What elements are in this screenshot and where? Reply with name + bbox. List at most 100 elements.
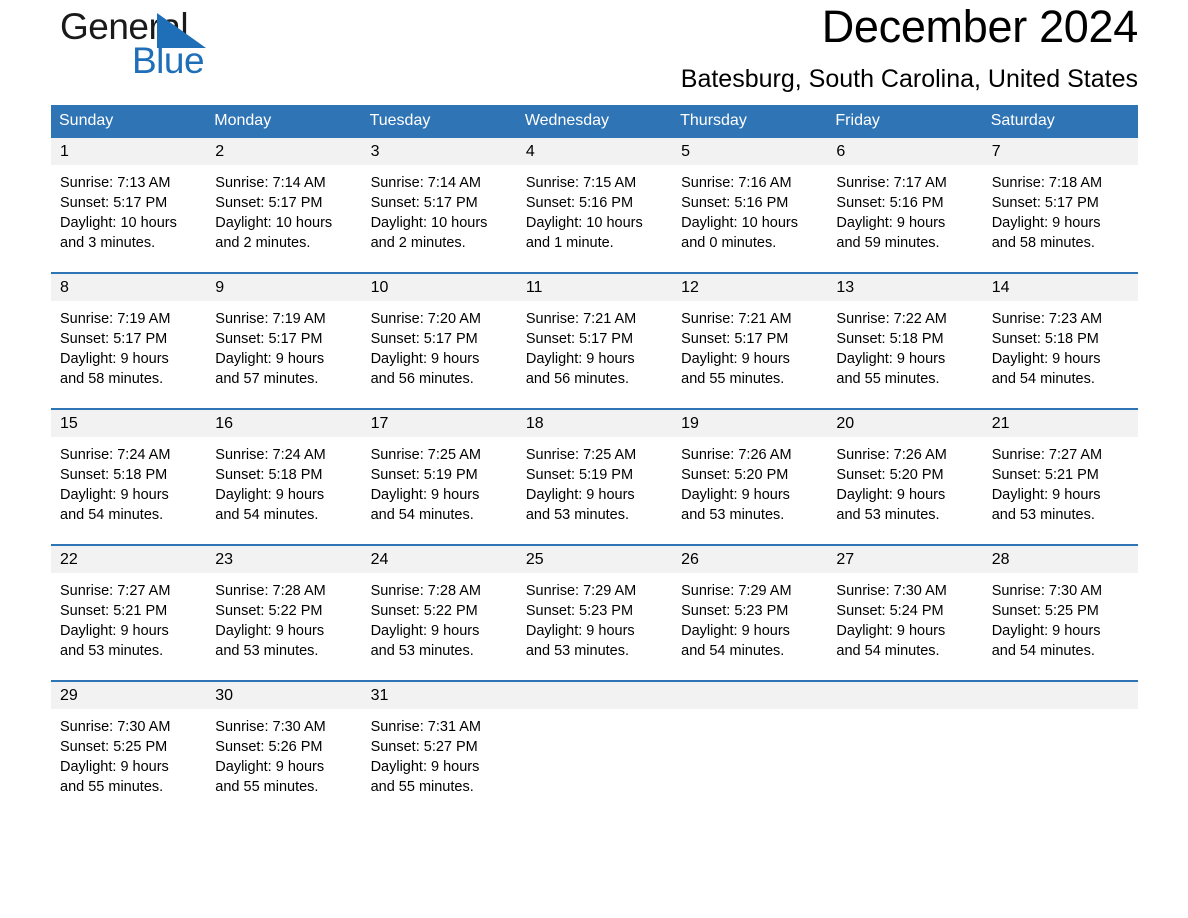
sunrise-text: Sunrise: 7:27 AM: [991, 447, 1103, 463]
day-cell[interactable]: Sunrise: 7:15 AM Sunset: 5:16 PM Dayligh…: [517, 165, 672, 272]
day-number[interactable]: 19: [672, 410, 827, 437]
day-cell[interactable]: Sunrise: 7:20 AM Sunset: 5:17 PM Dayligh…: [362, 301, 517, 408]
day-number[interactable]: 26: [672, 546, 827, 573]
day-cell[interactable]: Sunrise: 7:22 AM Sunset: 5:18 PM Dayligh…: [827, 301, 982, 408]
day-number[interactable]: 14: [983, 274, 1138, 301]
sunset-text: Sunset: 5:18 PM: [60, 467, 168, 483]
day-cell[interactable]: Sunrise: 7:26 AM Sunset: 5:20 PM Dayligh…: [827, 437, 982, 544]
daylight-text-line1: Daylight: 9 hours: [836, 487, 946, 503]
day-cell[interactable]: Sunrise: 7:14 AM Sunset: 5:17 PM Dayligh…: [206, 165, 361, 272]
day-number[interactable]: 1: [51, 138, 206, 165]
day-cell[interactable]: Sunrise: 7:26 AM Sunset: 5:20 PM Dayligh…: [672, 437, 827, 544]
day-cell[interactable]: Sunrise: 7:28 AM Sunset: 5:22 PM Dayligh…: [362, 573, 517, 680]
day-cell[interactable]: Sunrise: 7:19 AM Sunset: 5:17 PM Dayligh…: [206, 301, 361, 408]
day-cell[interactable]: Sunrise: 7:18 AM Sunset: 5:17 PM Dayligh…: [983, 165, 1138, 272]
weekday-header-monday: Monday: [214, 112, 272, 129]
day-cell[interactable]: Sunrise: 7:30 AM Sunset: 5:26 PM Dayligh…: [206, 709, 361, 809]
day-cell[interactable]: Sunrise: 7:16 AM Sunset: 5:16 PM Dayligh…: [672, 165, 827, 272]
week-row: 22 23 24 25 26 27 28 Sunrise: 7:27 AM Su…: [51, 544, 1138, 680]
daylight-text-line2: and 57 minutes.: [215, 371, 319, 387]
week-detail-band: Sunrise: 7:30 AM Sunset: 5:25 PM Dayligh…: [51, 709, 1138, 809]
day-cell[interactable]: Sunrise: 7:29 AM Sunset: 5:23 PM Dayligh…: [517, 573, 672, 680]
day-cell[interactable]: Sunrise: 7:27 AM Sunset: 5:21 PM Dayligh…: [983, 437, 1138, 544]
day-number[interactable]: 16: [206, 410, 361, 437]
sunset-text: Sunset: 5:20 PM: [836, 467, 944, 483]
daylight-text-line2: and 54 minutes.: [991, 371, 1095, 387]
day-cell[interactable]: Sunrise: 7:21 AM Sunset: 5:17 PM Dayligh…: [517, 301, 672, 408]
day-number[interactable]: 17: [362, 410, 517, 437]
daylight-text-line1: Daylight: 9 hours: [681, 623, 790, 639]
sunrise-text: Sunrise: 7:19 AM: [215, 311, 326, 327]
day-number[interactable]: 28: [983, 546, 1138, 573]
day-cell[interactable]: Sunrise: 7:30 AM Sunset: 5:25 PM Dayligh…: [51, 709, 206, 809]
day-number[interactable]: 2: [206, 138, 361, 165]
day-cell[interactable]: Sunrise: 7:25 AM Sunset: 5:19 PM Dayligh…: [517, 437, 672, 544]
sunset-text: Sunset: 5:21 PM: [60, 603, 168, 619]
day-number[interactable]: 5: [672, 138, 827, 165]
day-number[interactable]: 9: [206, 274, 361, 301]
sunrise-text: Sunrise: 7:31 AM: [370, 719, 481, 735]
daylight-text-line1: Daylight: 10 hours: [681, 215, 798, 231]
day-cell[interactable]: Sunrise: 7:14 AM Sunset: 5:17 PM Dayligh…: [362, 165, 517, 272]
daylight-text-line1: Daylight: 9 hours: [836, 351, 946, 367]
day-cell[interactable]: Sunrise: 7:31 AM Sunset: 5:27 PM Dayligh…: [362, 709, 517, 809]
day-cell[interactable]: Sunrise: 7:19 AM Sunset: 5:17 PM Dayligh…: [51, 301, 206, 408]
day-cell[interactable]: Sunrise: 7:27 AM Sunset: 5:21 PM Dayligh…: [51, 573, 206, 680]
day-number[interactable]: 30: [206, 682, 361, 709]
sunset-text: Sunset: 5:17 PM: [215, 331, 323, 347]
day-number[interactable]: 7: [983, 138, 1138, 165]
day-number[interactable]: 29: [51, 682, 206, 709]
day-cell[interactable]: Sunrise: 7:21 AM Sunset: 5:17 PM Dayligh…: [672, 301, 827, 408]
day-number[interactable]: 11: [517, 274, 672, 301]
day-number[interactable]: 6: [827, 138, 982, 165]
daylight-text-line1: Daylight: 9 hours: [215, 623, 325, 639]
daylight-text-line1: Daylight: 9 hours: [370, 487, 480, 503]
day-number[interactable]: 21: [983, 410, 1138, 437]
day-cell[interactable]: Sunrise: 7:23 AM Sunset: 5:18 PM Dayligh…: [983, 301, 1138, 408]
day-number[interactable]: 31: [362, 682, 517, 709]
day-cell[interactable]: Sunrise: 7:29 AM Sunset: 5:23 PM Dayligh…: [672, 573, 827, 680]
daylight-text-line1: Daylight: 9 hours: [991, 351, 1101, 367]
daylight-text-line2: and 55 minutes.: [836, 371, 940, 387]
daylight-text-line2: and 53 minutes.: [836, 507, 940, 523]
day-number[interactable]: 20: [827, 410, 982, 437]
daylight-text-line1: Daylight: 9 hours: [370, 351, 480, 367]
day-cell[interactable]: Sunrise: 7:17 AM Sunset: 5:16 PM Dayligh…: [827, 165, 982, 272]
day-cell[interactable]: Sunrise: 7:28 AM Sunset: 5:22 PM Dayligh…: [206, 573, 361, 680]
day-cell[interactable]: Sunrise: 7:13 AM Sunset: 5:17 PM Dayligh…: [51, 165, 206, 272]
daylight-text-line1: Daylight: 9 hours: [215, 351, 325, 367]
day-number[interactable]: 25: [517, 546, 672, 573]
day-number[interactable]: 18: [517, 410, 672, 437]
general-blue-logo[interactable]: General Blue: [60, 5, 320, 85]
day-number[interactable]: 3: [362, 138, 517, 165]
day-number[interactable]: 4: [517, 138, 672, 165]
daylight-text-line2: and 56 minutes.: [370, 371, 474, 387]
daylight-text-line2: and 53 minutes.: [525, 643, 630, 659]
daylight-text-line2: and 54 minutes.: [991, 643, 1095, 659]
day-number[interactable]: 15: [51, 410, 206, 437]
daylight-text-line2: and 53 minutes.: [370, 643, 474, 659]
daylight-text-line2: and 58 minutes.: [60, 371, 164, 387]
sunrise-text: Sunrise: 7:13 AM: [60, 175, 171, 191]
day-number[interactable]: 22: [51, 546, 206, 573]
sunrise-text: Sunrise: 7:25 AM: [370, 447, 481, 463]
week-row: 29 30 31 Sunrise: 7:30 AM Sunset: 5:25 P…: [51, 680, 1138, 809]
daylight-text-line1: Daylight: 9 hours: [215, 759, 325, 775]
day-number[interactable]: 27: [827, 546, 982, 573]
day-number[interactable]: 13: [827, 274, 982, 301]
logo-word-blue: Blue: [132, 40, 205, 81]
daylight-text-line1: Daylight: 9 hours: [681, 487, 790, 503]
day-cell[interactable]: Sunrise: 7:30 AM Sunset: 5:24 PM Dayligh…: [827, 573, 982, 680]
day-number[interactable]: 23: [206, 546, 361, 573]
day-cell[interactable]: Sunrise: 7:24 AM Sunset: 5:18 PM Dayligh…: [206, 437, 361, 544]
day-number[interactable]: 24: [362, 546, 517, 573]
day-cell[interactable]: Sunrise: 7:30 AM Sunset: 5:25 PM Dayligh…: [983, 573, 1138, 680]
day-number[interactable]: 10: [362, 274, 517, 301]
day-cell[interactable]: Sunrise: 7:25 AM Sunset: 5:19 PM Dayligh…: [362, 437, 517, 544]
day-cell[interactable]: Sunrise: 7:24 AM Sunset: 5:18 PM Dayligh…: [51, 437, 206, 544]
day-number[interactable]: 8: [51, 274, 206, 301]
week-row: 8 9 10 11 12 13 14 Sunrise: 7:19 AM Suns…: [51, 272, 1138, 408]
daylight-text-line1: Daylight: 9 hours: [215, 487, 325, 503]
daylight-text-line1: Daylight: 9 hours: [60, 351, 169, 367]
day-number[interactable]: 12: [672, 274, 827, 301]
